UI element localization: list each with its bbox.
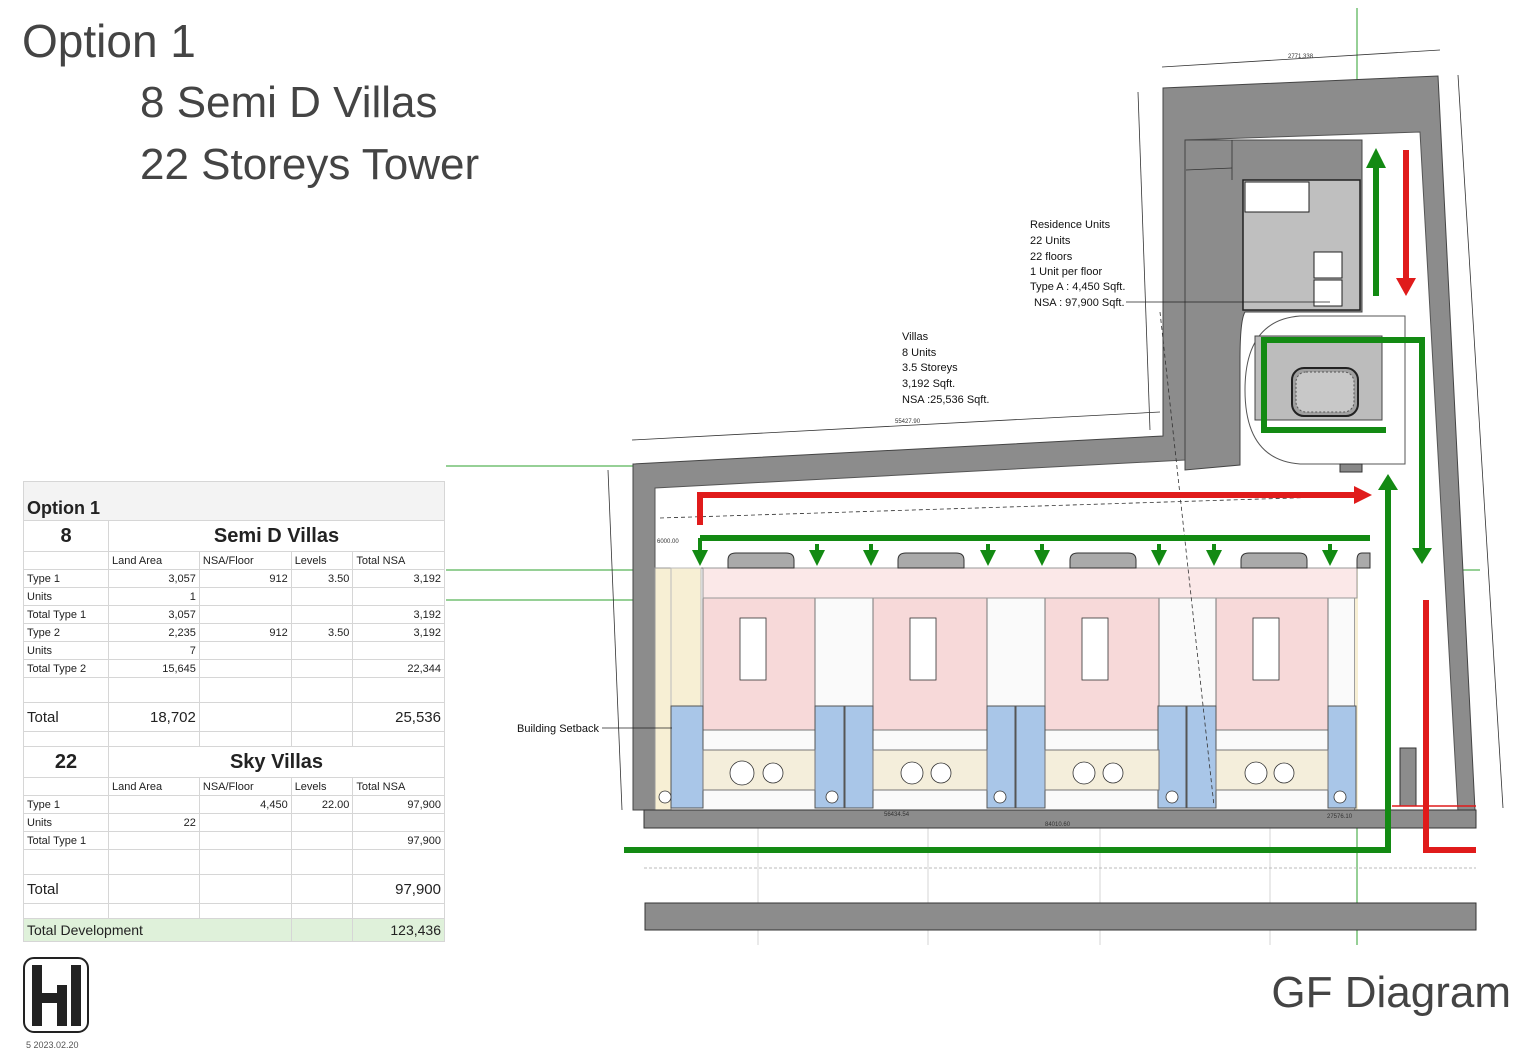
- gate-post: [1399, 747, 1417, 807]
- annotation-line: 8 Units: [902, 347, 937, 359]
- lift-shaft: [1313, 251, 1343, 279]
- dimension-text: 55427.90: [895, 419, 921, 425]
- garden: [1215, 749, 1329, 791]
- dimension-line: [631, 411, 1161, 441]
- annotation-line: 3,192 Sqft.: [902, 378, 955, 390]
- garden: [702, 749, 816, 791]
- setback-zone: [654, 567, 672, 811]
- dimension-text: 6000.00: [657, 539, 679, 545]
- garden: [872, 749, 988, 791]
- dimension-line: [1137, 91, 1151, 431]
- garden: [1044, 749, 1160, 791]
- parking-bay: [1015, 705, 1046, 809]
- setback-label: Building Setback: [517, 723, 599, 735]
- annotation-line: Residence Units: [1030, 219, 1111, 231]
- dimension-text: 2771.338: [1288, 54, 1314, 60]
- annotation-line: Type A : 4,450 Sqft.: [1030, 281, 1125, 293]
- dimension-text: 27576.10: [1327, 814, 1353, 820]
- guard-post: [1339, 463, 1363, 473]
- annotation-line: 3.5 Storeys: [902, 362, 958, 374]
- villas-annotation: Villas 8 Units 3.5 Storeys 3,192 Sqft. N…: [902, 331, 989, 406]
- parking-bay: [844, 705, 874, 809]
- parking-bay: [1186, 705, 1217, 809]
- road-strip: [644, 902, 1477, 931]
- annotation-line: 22 floors: [1030, 251, 1073, 263]
- annotation-line: NSA : 97,900 Sqft.: [1034, 297, 1125, 309]
- villa-carport-zone: [702, 567, 1358, 599]
- annotation-line: Villas: [902, 331, 929, 343]
- dimension-line: [607, 469, 623, 811]
- site-plan: Residence Units 22 Units 22 floors 1 Uni…: [446, 8, 1504, 945]
- dimension-text: 84010.60: [1045, 822, 1071, 828]
- annotation-line: 22 Units: [1030, 235, 1071, 247]
- dimension-text: 56434.54: [884, 812, 910, 818]
- annotation-line: 1 Unit per floor: [1030, 266, 1102, 278]
- parking-bay: [670, 705, 704, 809]
- fountain-inner: [1295, 371, 1355, 413]
- annotation-line: NSA :25,536 Sqft.: [902, 394, 989, 406]
- tower-room: [1244, 181, 1310, 213]
